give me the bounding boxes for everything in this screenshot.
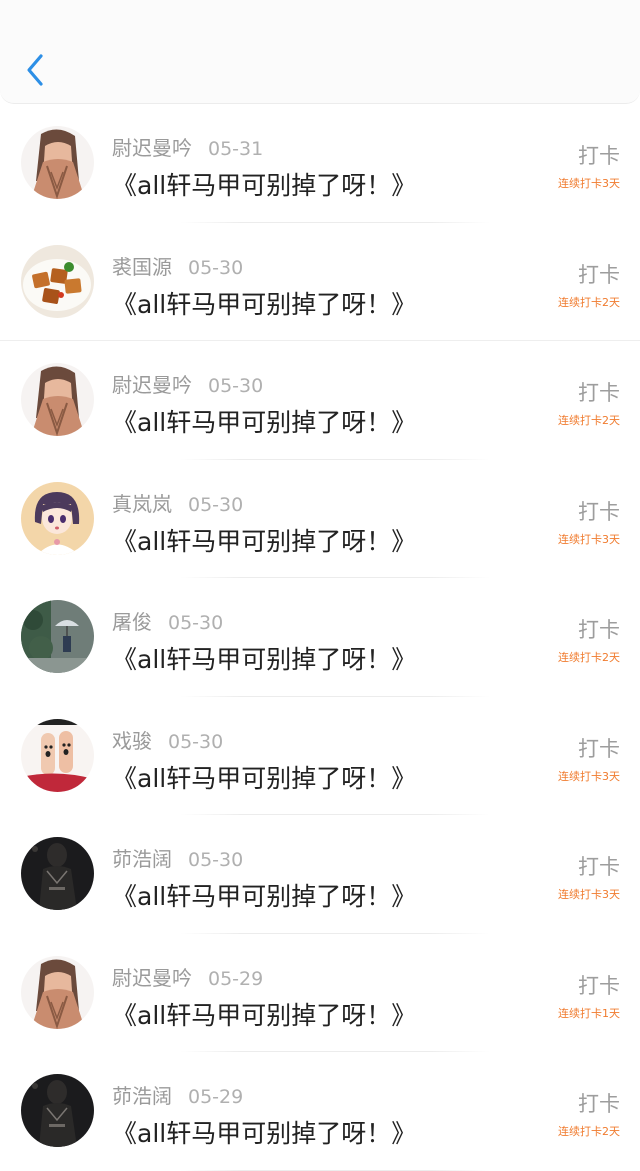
user-name: 尉迟曼吟 [112, 965, 192, 990]
streak-badge: 连续打卡2天 [558, 1125, 620, 1138]
entry-meta: 真岚岚 05-30 [112, 488, 243, 517]
entry-meta: 尉迟曼吟 05-31 [112, 132, 263, 161]
list-item[interactable]: 裘国源 05-30 《all轩马甲可别掉了呀！》 打卡连续打卡2天 [0, 223, 640, 341]
streak-badge: 连续打卡1天 [558, 1006, 620, 1020]
user-name: 尉迟曼吟 [112, 373, 192, 397]
book-title: 《all轩马甲可别掉了呀！》 [112, 408, 417, 437]
book-title: 《all轩马甲可别掉了呀！》 [112, 1000, 417, 1030]
entry-meta: 茆浩阔 05-30 [112, 843, 243, 872]
checkin-list: 尉迟曼吟 05-31 《all轩马甲可别掉了呀！》 打卡 连续打卡3天 裘国源 05-30 《… [0, 104, 640, 1171]
book-title: 《all轩马甲可别掉了呀！》 [112, 526, 417, 556]
book-title: 《all轩马甲可别掉了呀！》 [112, 1119, 417, 1148]
streak-badge: 连续打卡2天 [558, 295, 620, 309]
list-item[interactable]: 尉迟曼吟 05-29 《all轩马甲可别掉了呀！》 打卡连续打卡1天 [0, 934, 640, 1052]
list-item[interactable]: 真岚岚 05-30 《all轩马甲可别掉了呀！》 打卡连续打卡3天 [0, 460, 640, 578]
row-divider [180, 1169, 490, 1171]
streak-badge: 连续打卡3天 [558, 888, 620, 901]
user-name: 屠俊 [112, 610, 152, 634]
checkin-label[interactable]: 打卡 [578, 377, 620, 407]
list-item[interactable]: 屠俊 05-30 《all轩马甲可别掉了呀！》 打卡连续打卡2天 [0, 578, 640, 697]
user-name: 茆浩阔 [112, 1084, 172, 1108]
book-title: 《all轩马甲可别掉了呀！》 [112, 763, 417, 793]
entry-date: 05-30 [168, 612, 224, 634]
anime-girl-avatar[interactable] [21, 481, 94, 555]
list-item[interactable]: 尉迟曼吟 05-31 《all轩马甲可别掉了呀！》 打卡连续打卡3天 [0, 104, 640, 223]
entry-date: 05-30 [188, 256, 244, 279]
streak-badge: 连续打卡2天 [558, 651, 620, 664]
book-title: 《all轩马甲可别掉了呀！》 [112, 645, 417, 674]
list-item[interactable]: 尉迟曼吟 05-30 《all轩马甲可别掉了呀！》 打卡连续打卡2天 [0, 341, 640, 460]
checkin-label[interactable]: 打卡 [578, 1088, 620, 1118]
entry-date: 05-31 [208, 138, 264, 160]
checkin-label[interactable]: 打卡 [578, 614, 620, 644]
checkin-label[interactable]: 打卡 [578, 259, 620, 289]
list-item[interactable]: 戏骏 05-30 《all轩马甲可别掉了呀！》 打卡连续打卡3天 [0, 697, 640, 815]
entry-meta: 茆浩阔 05-29 [112, 1080, 243, 1109]
entry-meta: 尉迟曼吟 05-30 [112, 369, 263, 398]
top-bar [0, 0, 640, 104]
list-item[interactable]: 茆浩阔 05-29 《all轩马甲可别掉了呀！》 打卡连续打卡2天 [0, 1052, 640, 1171]
chevron-left-icon [27, 54, 43, 86]
finger-faces-avatar[interactable] [21, 718, 94, 792]
entry-meta: 裘国源 05-30 [112, 251, 243, 280]
entry-date: 05-30 [188, 849, 244, 871]
streak-badge: 连续打卡3天 [558, 532, 620, 546]
user-name: 真岚岚 [112, 491, 172, 516]
dark-figure-avatar[interactable] [21, 837, 94, 910]
dark-figure-avatar[interactable] [21, 1074, 94, 1147]
food-dish-avatar[interactable] [21, 244, 94, 318]
list-item[interactable]: 茆浩阔 05-30 《all轩马甲可别掉了呀！》 打卡连续打卡3天 [0, 815, 640, 934]
checkin-label[interactable]: 打卡 [578, 140, 620, 170]
checkin-label[interactable]: 打卡 [578, 851, 620, 881]
streak-badge: 连续打卡2天 [558, 414, 620, 427]
book-title: 《all轩马甲可别掉了呀！》 [112, 882, 417, 911]
entry-date: 05-30 [168, 730, 224, 753]
girl-hiding-face-avatar[interactable] [21, 955, 94, 1029]
checkin-label[interactable]: 打卡 [578, 496, 620, 526]
entry-meta: 屠俊 05-30 [112, 606, 223, 635]
streak-badge: 连续打卡3天 [558, 769, 620, 783]
umbrella-scene-avatar[interactable] [21, 600, 94, 673]
book-title: 《all轩马甲可别掉了呀！》 [112, 289, 417, 319]
girl-hiding-face-avatar[interactable] [21, 363, 94, 436]
user-name: 茆浩阔 [112, 847, 172, 871]
back-button[interactable] [18, 50, 52, 90]
entry-date: 05-30 [188, 493, 244, 516]
user-name: 戏骏 [112, 728, 152, 753]
checkin-label[interactable]: 打卡 [578, 733, 620, 763]
entry-date: 05-30 [208, 375, 264, 397]
user-name: 尉迟曼吟 [112, 136, 192, 160]
checkin-label[interactable]: 打卡 [578, 970, 620, 1000]
entry-date: 05-29 [188, 1086, 244, 1108]
book-title: 《all轩马甲可别掉了呀！》 [112, 171, 417, 200]
streak-badge: 连续打卡3天 [558, 177, 620, 190]
entry-meta: 戏骏 05-30 [112, 725, 223, 754]
user-name: 裘国源 [112, 254, 172, 279]
girl-hiding-face-avatar[interactable] [21, 126, 94, 199]
entry-date: 05-29 [208, 967, 264, 990]
entry-meta: 尉迟曼吟 05-29 [112, 962, 263, 991]
